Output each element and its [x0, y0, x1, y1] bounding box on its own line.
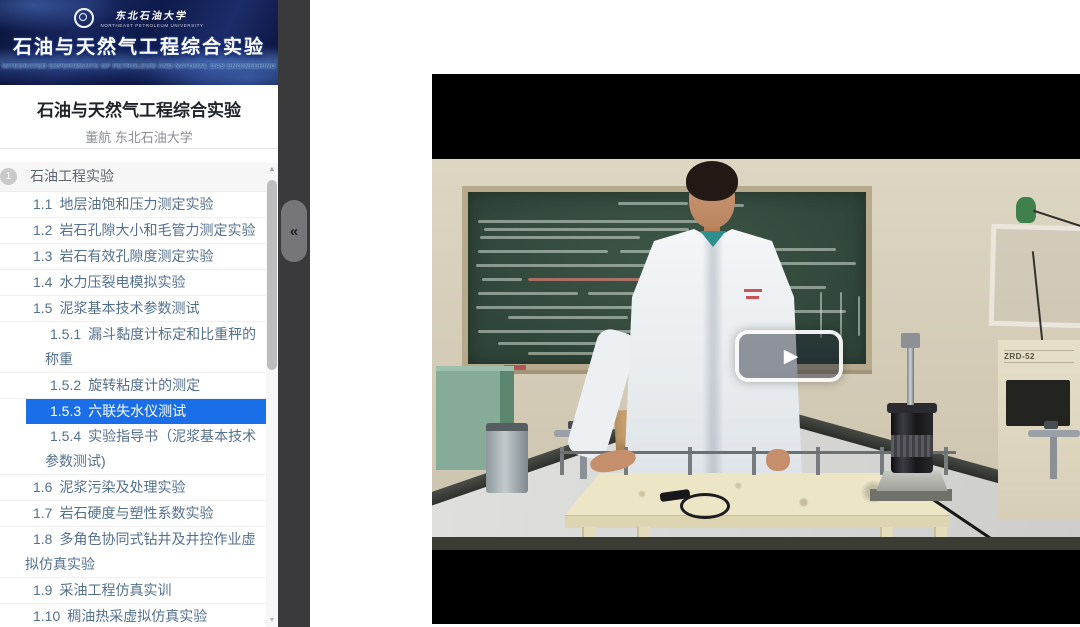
- chapter-item-1.9[interactable]: 1.9采油工程仿真实训: [0, 578, 266, 604]
- chapter-item-1.2[interactable]: 1.2岩石孔隙大小和毛管力测定实验: [0, 218, 266, 244]
- apparatus-rod: [907, 347, 914, 405]
- chapter-item-1.10[interactable]: 1.10稠油热采虚拟仿真实验: [0, 604, 266, 627]
- course-info: 石油与天然气工程综合实验 董航 东北石油大学: [0, 85, 278, 149]
- chalk-line: [484, 228, 689, 231]
- banner-subtitle-en: INTEGRATED EXPERIMENTS OF PETROLEUM AND …: [0, 63, 278, 70]
- chalk-line: [478, 250, 608, 253]
- chapter-section-label: 石油工程实验: [30, 168, 114, 184]
- instructor-head: [685, 161, 739, 231]
- apparatus-rod-cap: [901, 333, 920, 348]
- course-title: 石油与天然气工程综合实验: [0, 96, 278, 121]
- valve-knob: [1044, 421, 1058, 429]
- instructor-hair: [686, 161, 738, 201]
- course-sidebar: 东北石油大学 NORTHEAST PETROLEUM UNIVERSITY 石油…: [0, 0, 278, 627]
- chapter-item-1.4[interactable]: 1.4水力压裂电模拟实验: [0, 270, 266, 296]
- chapter-item-1.6[interactable]: 1.6泥浆污染及处理实验: [0, 475, 266, 501]
- table-cord: [680, 493, 730, 519]
- course-instructor: 董航 东北石油大学: [0, 127, 278, 146]
- university-name: 东北石油大学: [115, 7, 190, 22]
- apparatus-base-plate: [876, 471, 948, 491]
- chapter-item-1.5.4[interactable]: 1.5.4实验指导书（泥浆基本技术参数测试): [0, 424, 266, 475]
- basin-front-rim: [432, 537, 1080, 550]
- chapter-item-1.3[interactable]: 1.3岩石有效孔隙度测定实验: [0, 244, 266, 270]
- chalk-line: [478, 292, 578, 295]
- zrd-instrument-label: ZRD-52: [1004, 350, 1074, 363]
- scroll-down-icon[interactable]: ▼: [266, 614, 278, 627]
- course-banner: 东北石油大学 NORTHEAST PETROLEUM UNIVERSITY 石油…: [0, 0, 278, 85]
- chalk-line: [480, 236, 640, 239]
- chapter-item-1.7[interactable]: 1.7岩石硬度与塑性系数实验: [0, 501, 266, 527]
- chalk-line: [858, 296, 860, 336]
- collapse-chevrons-icon: «: [290, 223, 298, 240]
- chalk-line: [840, 292, 842, 338]
- chapter-item-1.5.1[interactable]: 1.5.1漏斗黏度计标定和比重秤的称重: [0, 322, 266, 373]
- play-icon: ▶: [780, 345, 799, 368]
- chalk-line: [618, 202, 688, 205]
- metal-canister: [486, 423, 528, 493]
- valve-pipe: [1028, 430, 1080, 437]
- video-player[interactable]: ZRD-52: [432, 74, 1080, 624]
- chapter-item-1.5[interactable]: 1.5泥浆基本技术参数测试: [0, 296, 266, 322]
- chalk-line: [508, 316, 628, 319]
- spacer: [0, 149, 278, 162]
- coat-embroidery: [746, 296, 759, 299]
- valve-pipe: [1050, 437, 1057, 479]
- university-emblem-icon: [74, 8, 94, 28]
- sidebar-scrollbar[interactable]: ▲ ▼: [266, 163, 278, 627]
- banner-title: 石油与天然气工程综合实验: [0, 32, 278, 59]
- university-logo: 东北石油大学 NORTHEAST PETROLEUM UNIVERSITY: [0, 0, 278, 28]
- chalk-line: [482, 278, 522, 281]
- scrollbar-thumb[interactable]: [267, 180, 277, 370]
- chapter-list: 1 石油工程实验 1.1地层油饱和压力测定实验1.2岩石孔隙大小和毛管力测定实验…: [0, 162, 278, 627]
- chalk-line: [476, 306, 646, 309]
- sidebar-collapse-strip: «: [278, 0, 310, 627]
- main-content: ZRD-52: [310, 0, 1080, 627]
- chapter-item-1.8[interactable]: 1.8多角色协同式钻井及井控作业虚拟仿真实验: [0, 527, 266, 578]
- app-window: 东北石油大学 NORTHEAST PETROLEUM UNIVERSITY 石油…: [0, 0, 1080, 627]
- university-name-en: NORTHEAST PETROLEUM UNIVERSITY: [100, 23, 203, 28]
- scroll-up-icon[interactable]: ▲: [266, 163, 278, 176]
- chapter-item-1.1[interactable]: 1.1地层油饱和压力测定实验: [0, 192, 266, 218]
- chalk-line: [478, 220, 713, 223]
- instructor-hand: [766, 449, 790, 471]
- coat-embroidery: [744, 289, 762, 292]
- filter-press-band: [891, 435, 933, 457]
- chalk-line: [528, 278, 658, 281]
- chapter-item-1.5.2[interactable]: 1.5.2旋转粘度计的测定: [0, 373, 266, 399]
- zrd-instrument-screen: [1006, 380, 1070, 426]
- sidebar-collapse-button[interactable]: «: [281, 200, 307, 262]
- chapter-number-badge: 1: [0, 168, 17, 185]
- chapter-items: 1.1地层油饱和压力测定实验1.2岩石孔隙大小和毛管力测定实验1.3岩石有效孔隙…: [0, 192, 278, 627]
- play-button[interactable]: ▶: [735, 330, 843, 382]
- chapter-section-header[interactable]: 1 石油工程实验: [0, 162, 266, 192]
- chapter-item-1.5.3[interactable]: 1.5.3六联失水仪测试: [26, 399, 266, 424]
